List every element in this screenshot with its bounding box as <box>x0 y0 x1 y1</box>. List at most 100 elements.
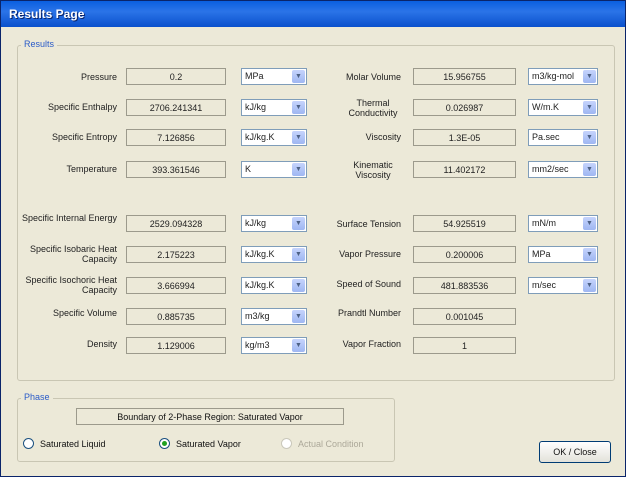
specific-enthalpy-unit-select[interactable]: kJ/kg ▼ <box>241 99 307 116</box>
isochoric-heat-capacity-unit-text: kJ/kg.K <box>245 280 275 290</box>
pressure-value: 0.2 <box>126 68 226 85</box>
surface-tension-unit-text: mN/m <box>532 218 556 228</box>
specific-entropy-unit-select[interactable]: kJ/kg.K ▼ <box>241 129 307 146</box>
radio-saturated-vapor-label: Saturated Vapor <box>176 438 241 449</box>
radio-circle-icon[interactable] <box>23 438 34 449</box>
kinematic-viscosity-label: Kinematic Viscosity <box>353 160 393 180</box>
specific-internal-energy-label: Specific Internal Energy <box>21 213 117 223</box>
chevron-down-icon[interactable]: ▼ <box>292 248 305 261</box>
speed-of-sound-unit-select[interactable]: m/sec ▼ <box>528 277 598 294</box>
radio-saturated-liquid-label: Saturated Liquid <box>40 438 106 449</box>
results-legend: Results <box>21 39 58 49</box>
vapor-pressure-value: 0.200006 <box>413 246 516 263</box>
molar-volume-label: Molar Volume <box>345 72 401 82</box>
molar-volume-unit-select[interactable]: m3/kg-mol ▼ <box>528 68 598 85</box>
vapor-fraction-value: 1 <box>413 337 516 354</box>
specific-internal-energy-value: 2529.094328 <box>126 215 226 232</box>
results-window: Results Page Results Pressure 0.2 MPa ▼ … <box>0 0 626 477</box>
chevron-down-icon[interactable]: ▼ <box>292 310 305 323</box>
isobaric-heat-capacity-unit-text: kJ/kg.K <box>245 249 275 259</box>
vapor-pressure-unit-text: MPa <box>532 249 551 259</box>
prandtl-number-label: Prandtl Number <box>337 308 401 318</box>
specific-entropy-unit-text: kJ/kg.K <box>245 132 275 142</box>
chevron-down-icon[interactable]: ▼ <box>292 70 305 83</box>
surface-tension-unit-select[interactable]: mN/m ▼ <box>528 215 598 232</box>
thermal-conductivity-value: 0.026987 <box>413 99 516 116</box>
chevron-down-icon[interactable]: ▼ <box>292 217 305 230</box>
radio-saturated-liquid[interactable]: Saturated Liquid <box>23 438 106 449</box>
prandtl-number-value: 0.001045 <box>413 308 516 325</box>
phase-legend: Phase <box>21 392 53 402</box>
viscosity-value: 1.3E-05 <box>413 129 516 146</box>
specific-entropy-value: 7.126856 <box>126 129 226 146</box>
specific-entropy-label: Specific Entropy <box>51 132 117 142</box>
radio-actual-condition: Actual Condition <box>281 438 364 449</box>
isobaric-heat-capacity-value: 2.175223 <box>126 246 226 263</box>
pressure-unit-text: MPa <box>245 71 264 81</box>
vapor-fraction-label: Vapor Fraction <box>342 339 401 349</box>
isochoric-heat-capacity-value: 3.666994 <box>126 277 226 294</box>
radio-saturated-vapor[interactable]: Saturated Vapor <box>159 438 241 449</box>
density-unit-select[interactable]: kg/m3 ▼ <box>241 337 307 354</box>
temperature-value: 393.361546 <box>126 161 226 178</box>
radio-circle-icon <box>281 438 292 449</box>
chevron-down-icon[interactable]: ▼ <box>583 70 596 83</box>
speed-of-sound-label: Speed of Sound <box>336 279 401 289</box>
radio-checked-icon[interactable] <box>159 438 170 449</box>
chevron-down-icon[interactable]: ▼ <box>583 248 596 261</box>
thermal-conductivity-label: Thermal Conductivity <box>348 98 398 118</box>
chevron-down-icon[interactable]: ▼ <box>292 131 305 144</box>
pressure-label: Pressure <box>80 72 117 82</box>
kinematic-viscosity-value: 11.402172 <box>413 161 516 178</box>
temperature-unit-select[interactable]: K ▼ <box>241 161 307 178</box>
viscosity-unit-text: Pa.sec <box>532 132 560 142</box>
chevron-down-icon[interactable]: ▼ <box>583 163 596 176</box>
chevron-down-icon[interactable]: ▼ <box>292 339 305 352</box>
speed-of-sound-unit-text: m/sec <box>532 280 557 290</box>
viscosity-label: Viscosity <box>365 132 401 142</box>
title-bar[interactable]: Results Page <box>1 1 625 27</box>
specific-internal-energy-unit-select[interactable]: kJ/kg ▼ <box>241 215 307 232</box>
isobaric-heat-capacity-unit-select[interactable]: kJ/kg.K ▼ <box>241 246 307 263</box>
chevron-down-icon[interactable]: ▼ <box>583 101 596 114</box>
chevron-down-icon[interactable]: ▼ <box>292 163 305 176</box>
isochoric-heat-capacity-unit-select[interactable]: kJ/kg.K ▼ <box>241 277 307 294</box>
specific-enthalpy-label: Specific Enthalpy <box>47 102 117 112</box>
phase-status: Boundary of 2-Phase Region: Saturated Va… <box>76 408 344 425</box>
kinematic-viscosity-unit-select[interactable]: mm2/sec ▼ <box>528 161 598 178</box>
vapor-pressure-label: Vapor Pressure <box>339 249 401 259</box>
chevron-down-icon[interactable]: ▼ <box>292 101 305 114</box>
specific-volume-label: Specific Volume <box>52 308 117 318</box>
viscosity-unit-select[interactable]: Pa.sec ▼ <box>528 129 598 146</box>
chevron-down-icon[interactable]: ▼ <box>583 131 596 144</box>
pressure-unit-select[interactable]: MPa ▼ <box>241 68 307 85</box>
specific-volume-unit-text: m3/kg <box>245 311 270 321</box>
specific-enthalpy-unit-text: kJ/kg <box>245 102 267 112</box>
molar-volume-unit-text: m3/kg-mol <box>532 71 575 81</box>
specific-internal-energy-unit-text: kJ/kg <box>245 218 267 228</box>
thermal-conductivity-unit-select[interactable]: W/m.K ▼ <box>528 99 598 116</box>
window-title: Results Page <box>9 7 85 21</box>
density-label: Density <box>86 339 117 349</box>
chevron-down-icon[interactable]: ▼ <box>583 217 596 230</box>
density-value: 1.129006 <box>126 337 226 354</box>
specific-volume-value: 0.885735 <box>126 308 226 325</box>
specific-volume-unit-select[interactable]: m3/kg ▼ <box>241 308 307 325</box>
chevron-down-icon[interactable]: ▼ <box>583 279 596 292</box>
molar-volume-value: 15.956755 <box>413 68 516 85</box>
isochoric-heat-capacity-label: Specific Isochoric Heat Capacity <box>25 275 117 295</box>
speed-of-sound-value: 481.883536 <box>413 277 516 294</box>
surface-tension-value: 54.925519 <box>413 215 516 232</box>
surface-tension-label: Surface Tension <box>336 219 401 229</box>
isobaric-heat-capacity-label: Specific Isobaric Heat Capacity <box>29 244 117 264</box>
chevron-down-icon[interactable]: ▼ <box>292 279 305 292</box>
ok-close-button[interactable]: OK / Close <box>539 441 611 463</box>
specific-enthalpy-value: 2706.241341 <box>126 99 226 116</box>
kinematic-viscosity-unit-text: mm2/sec <box>532 164 569 174</box>
vapor-pressure-unit-select[interactable]: MPa ▼ <box>528 246 598 263</box>
density-unit-text: kg/m3 <box>245 340 270 350</box>
radio-actual-condition-label: Actual Condition <box>298 438 364 449</box>
thermal-conductivity-unit-text: W/m.K <box>532 102 559 112</box>
temperature-unit-text: K <box>245 164 252 174</box>
temperature-label: Temperature <box>66 164 117 174</box>
